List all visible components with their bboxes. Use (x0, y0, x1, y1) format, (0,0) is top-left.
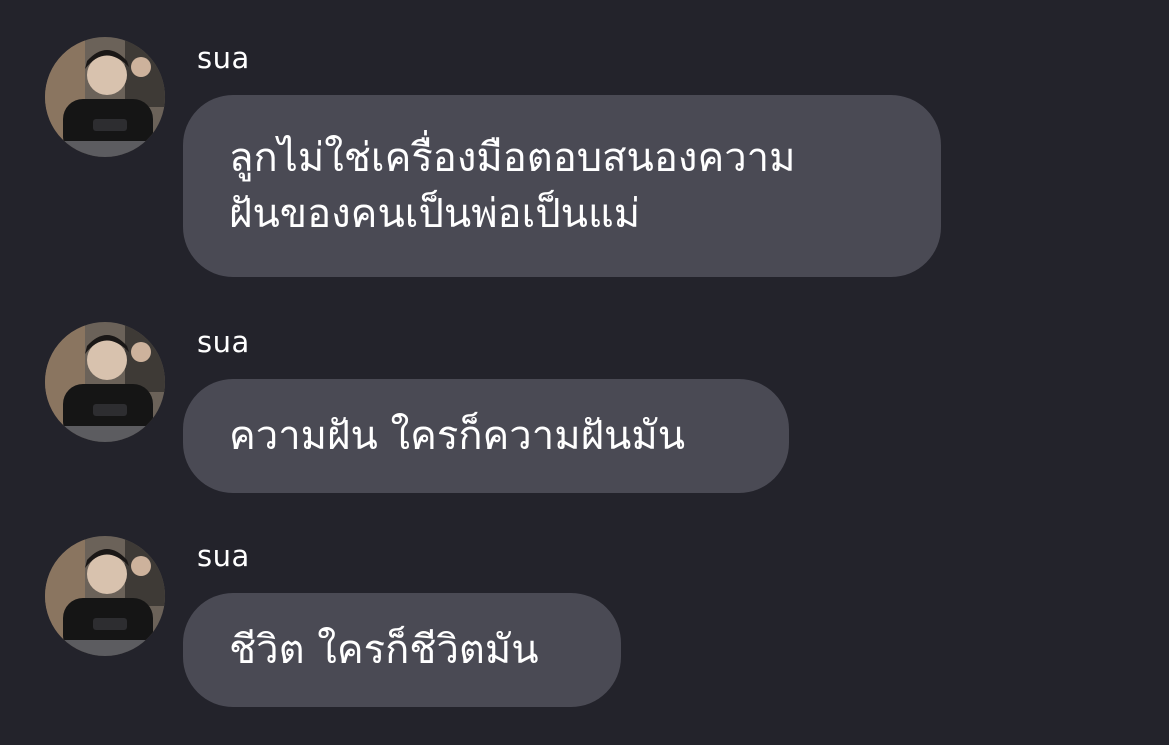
message-bubble[interactable]: ชีวิต ใครก็ชีวิตมัน (183, 593, 621, 707)
avatar[interactable] (45, 536, 165, 656)
avatar[interactable] (45, 322, 165, 442)
message-text: ความฝัน ใครก็ความฝันมัน (229, 413, 686, 459)
avatar[interactable] (45, 37, 165, 157)
message-text-line: ฝันของคนเป็นพ่อเป็นแม่ (229, 191, 641, 237)
sender-name: sua (197, 539, 250, 573)
avatar-photo-icon (45, 536, 165, 656)
avatar-photo-icon (45, 37, 165, 157)
message-text: ลูกไม่ใช่เครื่องมือตอบสนองความ ฝันของคนเ… (229, 130, 796, 242)
avatar-photo-icon (45, 322, 165, 442)
message-text: ชีวิต ใครก็ชีวิตมัน (229, 627, 539, 673)
message-text-line: ลูกไม่ใช่เครื่องมือตอบสนองความ (229, 135, 796, 181)
sender-name: sua (197, 41, 250, 75)
sender-name: sua (197, 325, 250, 359)
message-bubble[interactable]: ความฝัน ใครก็ความฝันมัน (183, 379, 789, 493)
message-bubble[interactable]: ลูกไม่ใช่เครื่องมือตอบสนองความ ฝันของคนเ… (183, 95, 941, 277)
chat-screen: { "messages": [ { "sender": "sua", "text… (0, 0, 1169, 745)
